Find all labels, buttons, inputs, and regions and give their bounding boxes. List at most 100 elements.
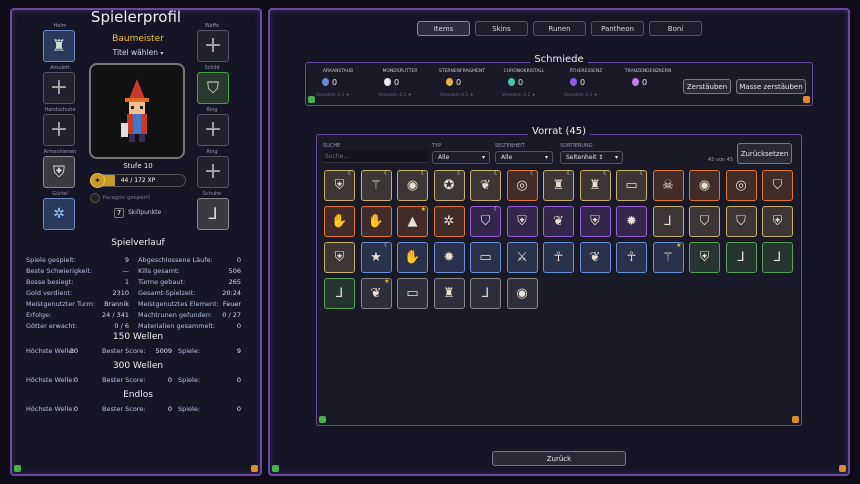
- inventory-item[interactable]: ❦: [579, 242, 611, 273]
- inventory-item[interactable]: ⛉ ☾: [470, 206, 501, 237]
- gauntlet-icon: ⛨: [334, 178, 345, 193]
- inventory-item[interactable]: ⚚ ☾: [360, 170, 392, 201]
- tab-boni[interactable]: Boni: [649, 21, 702, 36]
- tab-runes[interactable]: Runen: [533, 21, 586, 36]
- inventory-item[interactable]: ▲ ★: [397, 206, 428, 237]
- belt-icon: ✲: [53, 206, 65, 222]
- gloves-slot[interactable]: +: [43, 114, 75, 146]
- inventory-item[interactable]: ⅃: [470, 278, 501, 309]
- ring1-slot[interactable]: +: [197, 114, 229, 146]
- tab-items[interactable]: Items: [417, 21, 470, 36]
- inventory-item[interactable]: ✋: [397, 242, 428, 273]
- inventory-item[interactable]: ♜ ☾: [543, 170, 574, 201]
- mode-stat-value: 30: [69, 347, 78, 355]
- spider-icon: ✲: [443, 214, 455, 229]
- inventory-item[interactable]: ◉ ☾: [397, 170, 428, 201]
- inventory-item[interactable]: ❦: [543, 206, 574, 237]
- inventory-item[interactable]: ⛉: [689, 206, 720, 237]
- shield-slot[interactable]: ⛉: [197, 72, 229, 104]
- inventory-item[interactable]: ⅃: [324, 278, 355, 309]
- armor-slot[interactable]: ⛨: [43, 156, 75, 188]
- resource-gem-icon: [632, 78, 639, 86]
- inventory-item[interactable]: ♜: [433, 278, 465, 309]
- refine-button[interactable]: Veredeln 4:1 ➤: [502, 93, 536, 98]
- inventory-item[interactable]: ♜ ☾: [579, 170, 611, 201]
- sort-select[interactable]: Seltenheit ↕: [560, 151, 623, 164]
- sword-icon: ⚔: [516, 250, 528, 265]
- type-select[interactable]: Alle: [432, 151, 490, 164]
- inventory-item[interactable]: ✪ ☾: [433, 170, 465, 201]
- level-label: Stufe 10: [123, 162, 153, 170]
- refine-button[interactable]: Veredeln 4:1 ➤: [564, 93, 598, 98]
- inventory-item[interactable]: ▭: [470, 242, 501, 273]
- inventory-item[interactable]: ✋: [360, 206, 392, 237]
- rarity-select[interactable]: Alle: [495, 151, 553, 164]
- boots-slot[interactable]: ⅃: [197, 198, 229, 230]
- reset-button[interactable]: Zurücksetzen: [737, 143, 792, 164]
- inventory-item[interactable]: ⛨: [579, 206, 611, 237]
- inventory-item[interactable]: ◎ ☾: [506, 170, 538, 201]
- wings-icon: ❦: [589, 250, 601, 265]
- inventory-item[interactable]: ✹: [433, 242, 465, 273]
- inventory-item[interactable]: ✲: [433, 206, 465, 237]
- inventory-item[interactable]: ⅃: [725, 242, 757, 273]
- inventory-item[interactable]: ⛉: [725, 206, 757, 237]
- mode-stat-value: 9: [236, 347, 241, 355]
- inventory-item[interactable]: ⚔: [506, 242, 538, 273]
- title-select[interactable]: Titel wählen ▾: [12, 48, 264, 57]
- tab-skins[interactable]: Skins: [475, 21, 528, 36]
- inventory-item[interactable]: ⅃: [652, 206, 684, 237]
- inventory-item[interactable]: ❦ ☾: [470, 170, 501, 201]
- disassemble-button[interactable]: Zerstäuben: [683, 79, 731, 94]
- moon-icon: ☾: [420, 170, 426, 177]
- refine-button[interactable]: Veredeln 4:1 ➤: [316, 93, 350, 98]
- belt-slot[interactable]: ✲: [43, 198, 75, 230]
- item-count: 45 von 45: [707, 157, 733, 163]
- moon-icon: ☾: [639, 170, 645, 177]
- refine-button[interactable]: Veredeln 4:1 ➤: [378, 93, 412, 98]
- inventory-item[interactable]: ◎: [725, 170, 757, 201]
- resource-name: ÄTHERESSENZ: [569, 69, 603, 74]
- amulet-slot[interactable]: +: [43, 72, 75, 104]
- inventory-item[interactable]: ☥: [616, 242, 647, 273]
- inventory-item[interactable]: ☠: [652, 170, 684, 201]
- stat-label: Götter erwacht:: [26, 322, 78, 330]
- inventory-item[interactable]: ⛉: [762, 170, 793, 201]
- search-input[interactable]: [322, 150, 428, 163]
- inventory-item[interactable]: ★ ☾: [360, 242, 392, 273]
- resource-name: STERNENFRAGMENT: [438, 69, 485, 74]
- inventory-item[interactable]: ⛨ ☾: [324, 170, 355, 201]
- inventory-item[interactable]: ▭ ☾: [616, 170, 647, 201]
- moon-icon: ☾: [347, 170, 353, 177]
- inventory-item[interactable]: ◉: [506, 278, 538, 309]
- back-button[interactable]: Zurück: [492, 451, 626, 466]
- inventory-item[interactable]: ❦ ★: [360, 278, 392, 309]
- moon-icon: ☾: [384, 242, 390, 249]
- plus-icon: +: [49, 117, 69, 142]
- history-stat-row: Erfolge: 24 / 341: [26, 311, 129, 319]
- inventory-item[interactable]: ⛨: [762, 206, 793, 237]
- inventory-item[interactable]: ✹: [616, 206, 647, 237]
- inventory-item[interactable]: ⅃: [762, 242, 793, 273]
- inventory-item[interactable]: ✋: [324, 206, 355, 237]
- slot-label-weapon: Waffe: [204, 23, 220, 29]
- inventory-item[interactable]: ⛨: [506, 206, 538, 237]
- inventory-item[interactable]: ☥: [543, 242, 574, 273]
- resource-gem-icon: [508, 78, 515, 86]
- armor-icon: ⛨: [772, 214, 783, 229]
- inventory-item[interactable]: ◉: [689, 170, 720, 201]
- forge-resource: MONDSPLITTER 0 Veredeln 4:1 ➤: [370, 69, 430, 98]
- shield-icon: ⛉: [480, 214, 491, 229]
- inventory-item[interactable]: ⛨: [689, 242, 720, 273]
- mass-disassemble-button[interactable]: Masse zerstäuben: [736, 79, 806, 94]
- history-stat-row: Beste Schwierigkeit: —: [26, 267, 129, 275]
- staff-icon: ⚚: [370, 178, 382, 193]
- stat-label: Abgeschlossene Läufe:: [138, 256, 213, 264]
- refine-button[interactable]: Veredeln 4:1 ➤: [440, 93, 474, 98]
- ring2-slot[interactable]: +: [197, 156, 229, 188]
- inventory-item[interactable]: ▭: [397, 278, 428, 309]
- tab-pantheon[interactable]: Pantheon: [591, 21, 644, 36]
- mode-stat-label: Bester Score:: [102, 405, 146, 413]
- inventory-item[interactable]: ⚚ ★: [652, 242, 684, 273]
- inventory-item[interactable]: ⛨: [324, 242, 355, 273]
